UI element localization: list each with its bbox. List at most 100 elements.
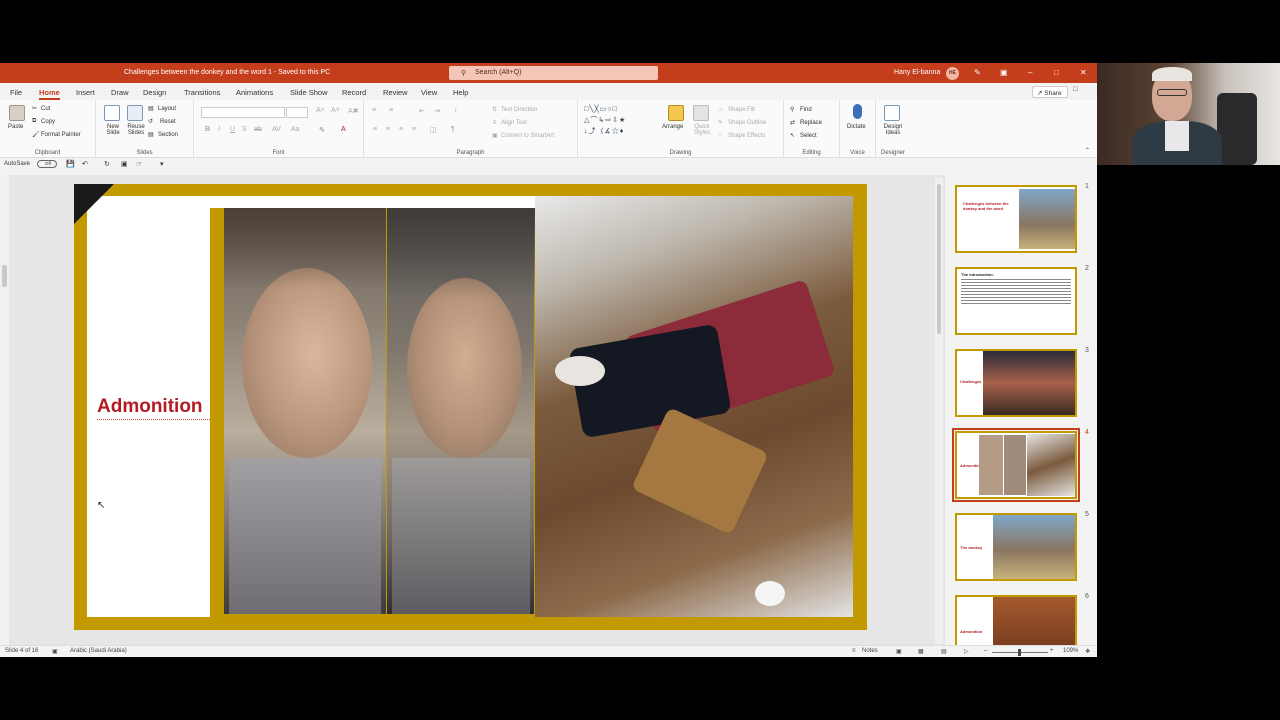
shadow-icon[interactable]: S bbox=[242, 126, 247, 133]
section-button[interactable]: Section bbox=[158, 132, 178, 138]
slide-sorter-icon[interactable]: ▦ bbox=[918, 648, 924, 655]
shapes-gallery[interactable]: □╲╳▭○□ △⌒↳⇨⇩★ ↓⤴〈∡☆♦ bbox=[584, 104, 656, 138]
increase-font-icon[interactable]: A˄ bbox=[316, 107, 325, 114]
strikethrough-icon[interactable]: ab bbox=[254, 126, 262, 133]
new-slide-button[interactable]: New Slide bbox=[102, 124, 124, 136]
format-painter-button[interactable]: Format Painter bbox=[41, 132, 81, 138]
slide-photo-girl-smiling[interactable] bbox=[224, 208, 386, 614]
underline-icon[interactable]: U bbox=[230, 126, 235, 133]
language-indicator[interactable]: Arabic (Saudi Arabia) bbox=[70, 648, 127, 654]
bullets-icon[interactable]: ≡ bbox=[372, 107, 376, 114]
left-scroll-thumb[interactable] bbox=[2, 265, 7, 287]
customize-qat-icon[interactable]: ▾ bbox=[160, 160, 164, 168]
arrange-button[interactable]: Arrange bbox=[662, 124, 683, 130]
justify-icon[interactable]: ≡ bbox=[412, 126, 416, 133]
change-case-icon[interactable]: Aa bbox=[291, 126, 300, 133]
slide-thumbnail-3[interactable]: Challenges bbox=[955, 349, 1077, 417]
tab-review[interactable]: Review bbox=[383, 88, 408, 97]
rtl-icon[interactable]: ¶ bbox=[451, 126, 455, 133]
close-icon[interactable]: ✕ bbox=[1080, 68, 1087, 77]
tab-transitions[interactable]: Transitions bbox=[184, 88, 220, 97]
ribbon-display-icon[interactable]: ▣ bbox=[1000, 68, 1008, 77]
normal-view-icon[interactable]: ▣ bbox=[896, 648, 902, 655]
slide-title[interactable]: Admonition bbox=[97, 396, 203, 418]
shape-fill-button[interactable]: Shape Fill bbox=[728, 107, 755, 113]
text-direction-button[interactable]: Text Direction bbox=[501, 107, 537, 113]
tab-insert[interactable]: Insert bbox=[76, 88, 95, 97]
copy-button[interactable]: Copy bbox=[41, 119, 55, 125]
slide-thumbnail-1[interactable]: Challenges between the donkey and the wo… bbox=[955, 185, 1077, 253]
tab-record[interactable]: Record bbox=[342, 88, 366, 97]
tab-draw[interactable]: Draw bbox=[111, 88, 129, 97]
align-left-icon[interactable]: ≡ bbox=[373, 126, 377, 133]
share-button[interactable]: ↗ Share bbox=[1032, 86, 1068, 98]
spelling-icon[interactable]: ▣ bbox=[52, 648, 58, 655]
shape-outline-button[interactable]: Shape Outline bbox=[728, 120, 766, 126]
reuse-slides-button[interactable]: Reuse Slides bbox=[124, 124, 148, 136]
char-spacing-icon[interactable]: AV bbox=[272, 126, 281, 133]
tab-design[interactable]: Design bbox=[143, 88, 166, 97]
design-ideas-button[interactable]: Design Ideas bbox=[880, 124, 906, 136]
font-name-box[interactable] bbox=[201, 107, 285, 118]
zoom-out-icon[interactable]: – bbox=[984, 648, 987, 654]
current-slide[interactable]: Admonition bbox=[74, 184, 867, 630]
slide-photo-snow-ground[interactable] bbox=[535, 196, 853, 617]
user-avatar[interactable]: HE bbox=[946, 67, 959, 80]
cut-button[interactable]: Cut bbox=[41, 106, 50, 112]
slide-thumbnail-5[interactable]: The donkey bbox=[955, 513, 1077, 581]
minimize-icon[interactable]: – bbox=[1028, 68, 1032, 77]
search-box[interactable]: ⚲ Search (Alt+Q) bbox=[449, 66, 658, 80]
tab-home[interactable]: Home bbox=[39, 88, 60, 100]
paste-button[interactable]: Paste bbox=[8, 124, 23, 130]
quick-styles-button[interactable]: Quick Styles bbox=[690, 124, 714, 136]
align-center-icon[interactable]: ≡ bbox=[386, 126, 390, 133]
pen-icon[interactable]: ✎ bbox=[974, 68, 981, 77]
reset-button[interactable]: Reset bbox=[160, 119, 176, 125]
redo-icon[interactable]: ↻ bbox=[104, 160, 110, 168]
maximize-icon[interactable]: □ bbox=[1054, 68, 1059, 77]
from-beginning-icon[interactable]: ▣ bbox=[121, 160, 128, 168]
zoom-slider-thumb[interactable] bbox=[1018, 649, 1021, 656]
right-scroll-thumb[interactable] bbox=[937, 184, 941, 334]
bold-icon[interactable]: B bbox=[205, 126, 210, 133]
slide-thumbnail-4[interactable]: Admonition bbox=[952, 428, 1080, 502]
shape-effects-button[interactable]: Shape Effects bbox=[728, 133, 765, 139]
notes-button[interactable]: Notes bbox=[862, 648, 878, 654]
tab-help[interactable]: Help bbox=[453, 88, 468, 97]
slide-count[interactable]: Slide 4 of 16 bbox=[5, 648, 38, 654]
document-title[interactable]: Challenges between the donkey and the wo… bbox=[124, 69, 330, 76]
touch-mode-icon[interactable]: ☞ bbox=[136, 160, 142, 168]
notes-icon[interactable]: ≡ bbox=[852, 648, 856, 654]
collapse-ribbon-icon[interactable]: ⌃ bbox=[1085, 147, 1090, 154]
left-scrollbar[interactable] bbox=[0, 175, 9, 645]
tab-view[interactable]: View bbox=[421, 88, 437, 97]
autosave-toggle[interactable]: Off bbox=[37, 160, 57, 168]
tab-slide-show[interactable]: Slide Show bbox=[290, 88, 328, 97]
select-button[interactable]: Select bbox=[800, 133, 817, 139]
clear-formatting-icon[interactable]: A✖ bbox=[348, 107, 359, 115]
decrease-font-icon[interactable]: A˅ bbox=[331, 107, 340, 114]
slide-photo-girl-crying[interactable] bbox=[386, 208, 535, 614]
line-spacing-icon[interactable]: ↕ bbox=[454, 107, 458, 114]
undo-icon[interactable]: ↶ bbox=[82, 160, 88, 168]
decrease-indent-icon[interactable]: ⇤ bbox=[419, 107, 425, 115]
tab-file[interactable]: File bbox=[10, 88, 22, 97]
slide-thumbnail-2[interactable]: The introduction: bbox=[955, 267, 1077, 335]
align-right-icon[interactable]: ≡ bbox=[399, 126, 403, 133]
font-size-box[interactable] bbox=[286, 107, 308, 118]
replace-button[interactable]: Replace bbox=[800, 120, 822, 126]
comments-icon[interactable]: □ bbox=[1073, 86, 1087, 98]
italic-icon[interactable]: I bbox=[218, 126, 220, 133]
slideshow-icon[interactable]: ▷ bbox=[964, 648, 969, 655]
slide-thumbnail-6[interactable]: Admonition bbox=[955, 595, 1077, 647]
layout-button[interactable]: Layout bbox=[158, 106, 176, 112]
numbering-icon[interactable]: ≡ bbox=[389, 107, 393, 114]
right-scrollbar[interactable] bbox=[935, 178, 943, 644]
reading-view-icon[interactable]: ▤ bbox=[941, 648, 947, 655]
zoom-level[interactable]: 109% bbox=[1063, 648, 1078, 654]
font-color-icon[interactable]: A bbox=[341, 126, 346, 133]
find-button[interactable]: Find bbox=[800, 107, 812, 113]
user-name[interactable]: Hany El-banna bbox=[894, 69, 940, 76]
convert-smartart-button[interactable]: Convert to SmartArt bbox=[501, 133, 554, 139]
highlight-icon[interactable]: ✎ bbox=[319, 126, 325, 134]
